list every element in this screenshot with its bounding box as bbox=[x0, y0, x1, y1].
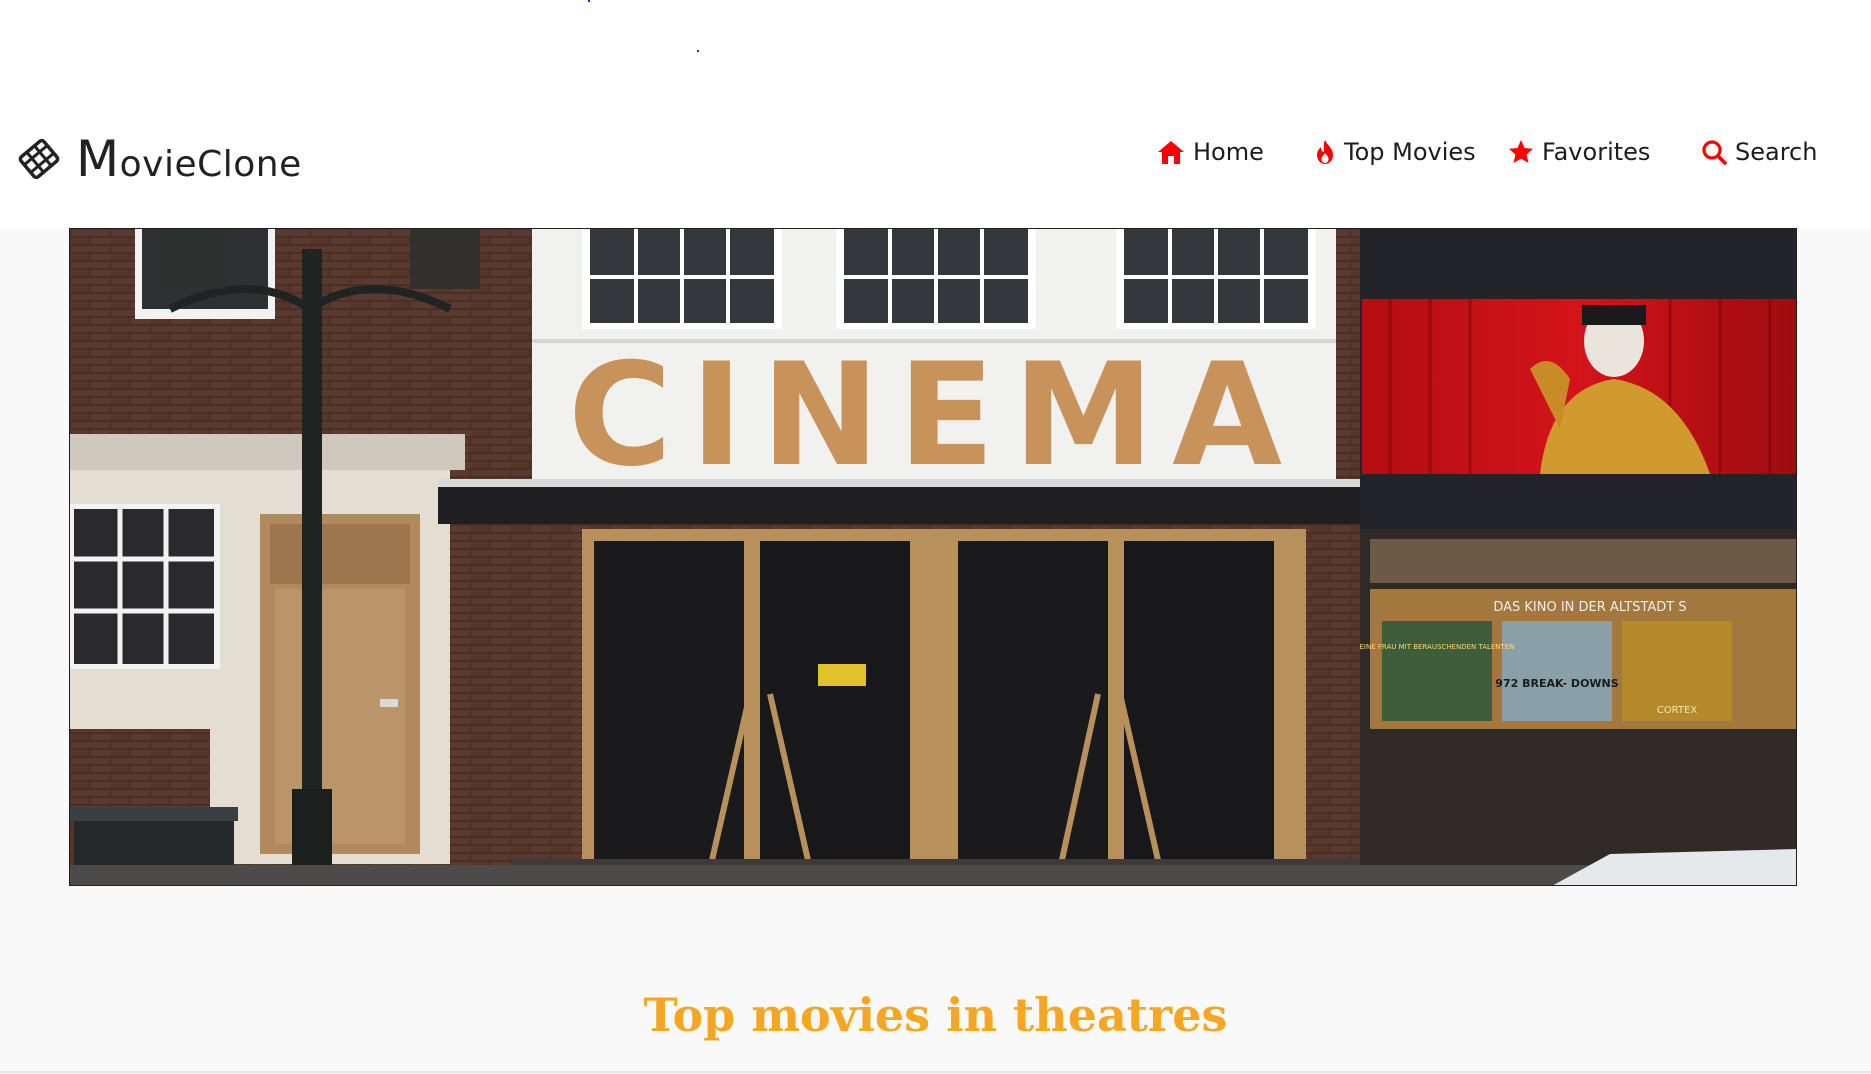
nav-search[interactable]: Search bbox=[1701, 138, 1817, 166]
poster-1-text: EINE FRAU MIT BERAUSCHENDEN TALENTEN bbox=[1360, 643, 1515, 651]
divider bbox=[0, 1071, 1871, 1073]
poster-2-text: 972 BREAK- DOWNS bbox=[1495, 677, 1618, 690]
fire-icon bbox=[1317, 140, 1333, 164]
nav-favorites-label: Favorites bbox=[1542, 138, 1651, 166]
nav-search-label: Search bbox=[1735, 138, 1818, 166]
main-nav: Home Top Movies Favorites Search bbox=[0, 138, 1871, 178]
nav-top-movies-label: Top Movies bbox=[1344, 138, 1476, 166]
stray-dot bbox=[697, 50, 699, 52]
section-title: Top movies in theatres bbox=[643, 988, 1228, 1042]
nav-favorites[interactable]: Favorites bbox=[1508, 138, 1650, 166]
home-icon bbox=[1158, 141, 1184, 164]
cinema-sign-text: CINEMA bbox=[568, 333, 1300, 498]
stray-dot bbox=[588, 0, 590, 2]
nav-top-movies[interactable]: Top Movies bbox=[1314, 138, 1476, 166]
nav-home-label: Home bbox=[1193, 138, 1264, 166]
poster-banner-text: DAS KINO IN DER ALTSTADT S bbox=[1493, 600, 1686, 615]
nav-home[interactable]: Home bbox=[1157, 138, 1264, 166]
search-icon bbox=[1702, 140, 1727, 165]
star-icon bbox=[1509, 140, 1533, 163]
header bbox=[0, 0, 1871, 228]
hero-image: CINEMA DAS KINO IN DER ALTSTADT S EINE F… bbox=[69, 228, 1797, 886]
poster-3-text: CORTEX bbox=[1657, 705, 1698, 716]
